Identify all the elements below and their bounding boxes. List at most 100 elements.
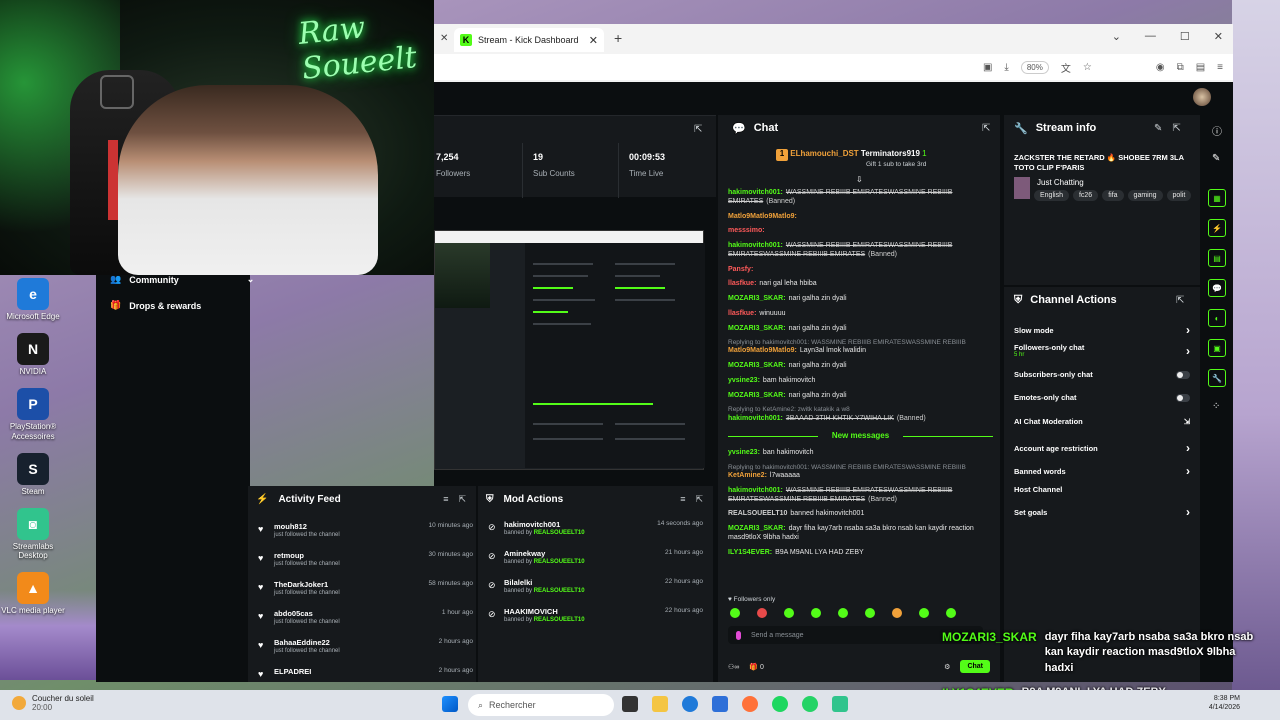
channel-action-row[interactable]: Host Channel bbox=[1014, 485, 1190, 494]
chat-username[interactable]: hakimovitch001: bbox=[728, 189, 783, 196]
desktop-icon[interactable]: ▲ VLC media player bbox=[0, 572, 66, 615]
weather-widget[interactable]: Coucher du soleil 20:00 bbox=[12, 694, 94, 712]
chat-username[interactable]: llasfkue: bbox=[728, 310, 756, 317]
translator-ext-icon[interactable]: ▤ bbox=[1196, 62, 1205, 73]
whatsapp-icon[interactable] bbox=[802, 696, 818, 712]
chat-username[interactable]: ILY1S4EVER: bbox=[728, 549, 772, 556]
rail-button-1[interactable]: ▦ bbox=[1208, 189, 1226, 207]
mod-action-row[interactable]: ⊘ hakimovitch001 banned by REALSOUEELT10 14… bbox=[488, 520, 703, 542]
chat-username[interactable]: Matlo9Matlo9Matlo9: bbox=[728, 213, 797, 220]
system-clock[interactable]: 8:38 PM 4/14/2026 bbox=[1209, 694, 1240, 713]
chat-username[interactable]: messsimo: bbox=[728, 227, 765, 234]
channel-action-row[interactable]: Banned words › bbox=[1014, 464, 1190, 478]
screenshot-icon[interactable]: ▣ bbox=[983, 62, 992, 73]
chat-username[interactable]: MOZARI3_SKAR: bbox=[728, 295, 786, 302]
channel-action-row[interactable]: Slow mode › bbox=[1014, 323, 1190, 337]
toggle-switch[interactable] bbox=[1176, 370, 1190, 379]
activity-row[interactable]: ♥ mouh812 just followed the channel 10 minu… bbox=[258, 522, 473, 544]
channel-action-row[interactable]: Followers-only chat 5 hr › bbox=[1014, 343, 1190, 358]
chat-username[interactable]: Pansfy: bbox=[728, 266, 753, 273]
menu-icon[interactable]: ≡ bbox=[1217, 62, 1223, 73]
popout-icon[interactable]: ⇱ bbox=[1176, 295, 1184, 306]
nav-drops[interactable]: 🎁 Drops & rewards bbox=[110, 300, 201, 311]
channel-action-row[interactable]: Subscribers-only chat bbox=[1014, 370, 1190, 379]
chat-username[interactable]: Matlo9Matlo9Matlo9: bbox=[728, 347, 797, 354]
chevron-right-icon[interactable]: › bbox=[1186, 344, 1190, 358]
chat-username[interactable]: KetAmine2: bbox=[728, 472, 767, 479]
rail-button-4[interactable]: 💬 bbox=[1208, 279, 1226, 297]
more-icon[interactable]: ⁘ bbox=[1212, 401, 1220, 412]
rail-button-7[interactable]: 🔧 bbox=[1208, 369, 1226, 387]
activity-row[interactable]: ♥ ELPADREI 2 hours ago bbox=[258, 667, 473, 689]
activity-row[interactable]: ♥ TheDarkJoker1 just followed the channel 5… bbox=[258, 580, 473, 602]
desktop-icon[interactable]: ◙ Streamlabs Desktop bbox=[0, 507, 66, 560]
chat-username[interactable]: hakimovitch001: bbox=[728, 242, 783, 249]
desktop-icon[interactable]: N NVIDIA bbox=[0, 333, 66, 376]
close-window-icon[interactable]: ✕ bbox=[1214, 30, 1223, 43]
tab-list-icon[interactable]: ⌄ bbox=[1112, 30, 1121, 43]
channel-action-row[interactable]: Emotes-only chat bbox=[1014, 393, 1190, 402]
emote-icon[interactable] bbox=[811, 608, 821, 618]
store-icon[interactable] bbox=[712, 696, 728, 712]
mod-action-row[interactable]: ⊘ Bilalelki banned by REALSOUEELT10 22 hour… bbox=[488, 578, 703, 600]
toggle-switch[interactable] bbox=[1176, 393, 1190, 402]
nav-community[interactable]: 👥 Community ⌄ bbox=[110, 274, 254, 285]
mod-action-row[interactable]: ⊘ Aminekway banned by REALSOUEELT10 21 hour… bbox=[488, 549, 703, 571]
streamlabs-icon[interactable] bbox=[832, 696, 848, 712]
chevron-right-icon[interactable]: › bbox=[1186, 505, 1190, 519]
download-icon[interactable]: ⤓ bbox=[1004, 62, 1008, 73]
new-tab-icon[interactable]: + bbox=[614, 30, 622, 46]
task-view-icon[interactable] bbox=[622, 696, 638, 712]
scroll-down-icon[interactable]: ⇩ bbox=[856, 175, 863, 184]
pen-icon[interactable]: ✎ bbox=[1212, 153, 1220, 164]
emote-icon[interactable] bbox=[865, 608, 875, 618]
filter-icon[interactable]: ≡ bbox=[443, 494, 448, 505]
account-icon[interactable]: ◉ bbox=[1156, 62, 1165, 73]
chat-username[interactable]: yvsine23: bbox=[728, 377, 760, 384]
close-prev-tab-icon[interactable]: ✕ bbox=[440, 33, 448, 44]
rail-button-6[interactable]: ▣ bbox=[1208, 339, 1226, 357]
channel-action-row[interactable]: Account age restriction › bbox=[1014, 441, 1190, 455]
channel-action-row[interactable]: Set goals › bbox=[1014, 505, 1190, 519]
chat-username[interactable]: llasfkue: bbox=[728, 280, 756, 287]
edge-icon[interactable] bbox=[682, 696, 698, 712]
maximize-icon[interactable]: ☐ bbox=[1180, 30, 1190, 43]
users-icon[interactable]: ⚇∞ bbox=[728, 663, 739, 671]
user-avatar[interactable] bbox=[1193, 88, 1211, 106]
popout-icon[interactable]: ⇱ bbox=[694, 124, 702, 135]
activity-row[interactable]: ♥ retmoup just followed the channel 30 minu… bbox=[258, 551, 473, 573]
desktop-icon[interactable]: e Microsoft Edge bbox=[0, 278, 66, 321]
external-link-icon[interactable]: ⇲ bbox=[1184, 417, 1190, 426]
desktop-icon[interactable]: S Steam bbox=[0, 452, 66, 496]
emote-icon[interactable] bbox=[757, 608, 767, 618]
chat-username[interactable]: MOZARI3_SKAR: bbox=[728, 392, 786, 399]
emote-icon[interactable] bbox=[838, 608, 848, 618]
chevron-right-icon[interactable]: › bbox=[1186, 464, 1190, 478]
translate-icon[interactable]: 文 bbox=[1061, 60, 1071, 75]
chevron-right-icon[interactable]: › bbox=[1186, 323, 1190, 337]
emote-icon[interactable] bbox=[730, 608, 740, 618]
activity-row[interactable]: ♥ abdo05cas just followed the channel 1 hou… bbox=[258, 609, 473, 631]
emote-icon[interactable] bbox=[919, 608, 929, 618]
chat-username[interactable]: MOZARI3_SKAR: bbox=[728, 525, 786, 532]
rail-button-5[interactable]: ◐ bbox=[1208, 309, 1226, 327]
minimize-icon[interactable]: — bbox=[1145, 30, 1156, 43]
chat-username[interactable]: MOZARI3_SKAR: bbox=[728, 362, 786, 369]
edit-pencil-icon[interactable]: ✎ bbox=[1154, 123, 1162, 134]
spotify-icon[interactable] bbox=[772, 696, 788, 712]
stream-tag[interactable]: polit bbox=[1166, 190, 1192, 201]
browser-tab[interactable]: K Stream - Kick Dashboard ✕ bbox=[454, 28, 604, 52]
file-explorer-icon[interactable] bbox=[652, 696, 668, 712]
rail-button-3[interactable]: ▤ bbox=[1208, 249, 1226, 267]
stream-tag[interactable]: gaming bbox=[1127, 190, 1163, 201]
channel-action-row[interactable]: AI Chat Moderation ⇲ bbox=[1014, 417, 1190, 426]
popout-icon[interactable]: ⇱ bbox=[1172, 123, 1180, 134]
close-tab-icon[interactable]: ✕ bbox=[589, 34, 598, 47]
chevron-right-icon[interactable]: › bbox=[1186, 441, 1190, 455]
stream-tag[interactable]: fifa bbox=[1102, 190, 1124, 201]
stream-tag[interactable]: English bbox=[1034, 190, 1069, 201]
chat-username[interactable]: yvsine23: bbox=[728, 449, 760, 456]
rail-button-2[interactable]: ⚡ bbox=[1208, 219, 1226, 237]
windows-start-icon[interactable] bbox=[442, 696, 458, 712]
desktop-icon[interactable]: P PlayStation® Accessoires bbox=[0, 388, 66, 441]
